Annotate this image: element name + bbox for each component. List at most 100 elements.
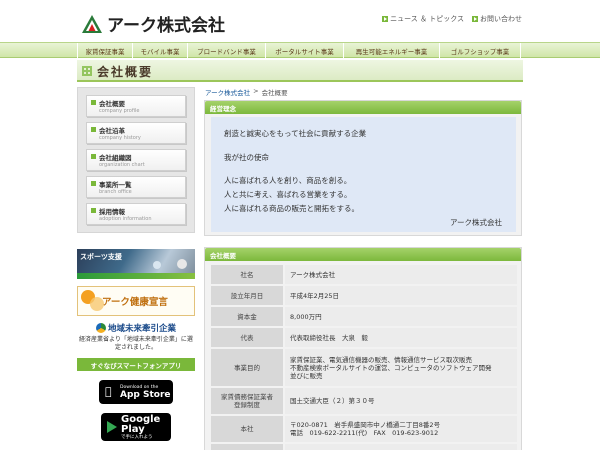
row-value: 国土交通大臣（２）第３０号: [285, 388, 517, 414]
table-row: 設立年月日 平成4年2月25日: [211, 286, 517, 305]
row-value: 8,000万円: [285, 307, 517, 326]
arrow-icon: [382, 16, 389, 22]
row-value-line: 並びに販売: [290, 371, 323, 380]
side-menu-company-profile[interactable]: 会社概要 company profile: [86, 95, 186, 117]
table-row: 代表 代表取締役社長 大泉 毅: [211, 328, 517, 347]
philosophy-line: 創造と誠実心をもって社会に貢献する企業: [224, 129, 367, 138]
breadcrumb: アーク株式会社 > 会社概要: [205, 87, 288, 97]
row-label: 家賃債務保証業者 登録制度: [211, 388, 283, 414]
philosophy-line: 人に喜ばれる商品の販売と開拓をする。: [224, 204, 359, 213]
breadcrumb-home[interactable]: アーク株式会社: [205, 87, 250, 97]
philosophy-heading: 経営理念: [205, 101, 521, 114]
company-logo[interactable]: アーク株式会社: [81, 11, 225, 36]
health-declaration-banner[interactable]: アーク健康宣言: [77, 286, 195, 316]
news-link-label: ニュース ＆ トピックス: [390, 15, 464, 23]
table-row: 本社 〒020-0871 岩手県盛岡市中ノ橋通二丁目8番2号 電話 019-62…: [211, 416, 517, 442]
bullet-icon: [91, 181, 96, 186]
row-value: 平成4年2月25日: [285, 286, 517, 305]
side-menu-sublabel: branch office: [99, 189, 132, 195]
google-play-small-label: で手に入れよう: [121, 434, 153, 440]
overview-section: 会社概要 社名 アーク株式会社 設立年月日 平成4年2月25日 資本金 8,00…: [204, 247, 522, 450]
nav-rent-guarantee[interactable]: 家賃保証事業: [77, 43, 133, 58]
bullet-icon: [91, 208, 96, 213]
contact-link[interactable]: お問い合わせ: [472, 14, 522, 24]
side-menu-sublabel: company profile: [99, 108, 140, 114]
philosophy-section: 経営理念 創造と誠実心をもって社会に貢献する企業 我が社の使命 人に喜ばれる人を…: [204, 100, 522, 236]
region-title: 地域未来牽引企業: [107, 324, 176, 334]
nav-renewable-energy[interactable]: 再生可能エネルギー事業: [344, 43, 440, 58]
breadcrumb-separator: >: [253, 87, 259, 95]
app-store-label: App Store: [120, 389, 171, 400]
philosophy-line: 我が社の使命: [224, 153, 269, 162]
table-row: [211, 444, 517, 450]
row-value: 〒020-0871 岩手県盛岡市中ノ橋通二丁目8番2号 電話 019-622-2…: [285, 416, 517, 442]
nav-broadband[interactable]: ブロードバンド事業: [188, 43, 266, 58]
row-label: 事業目的: [211, 349, 283, 386]
row-label: 本社: [211, 416, 283, 442]
side-menu-sublabel: organization chart: [99, 162, 145, 168]
row-label: 社名: [211, 265, 283, 284]
bullet-icon: [91, 154, 96, 159]
philosophy-line: 人と共に考え、喜ばれる営業をする。: [224, 190, 352, 199]
nav-mobile[interactable]: モバイル事業: [133, 43, 188, 58]
row-value: 代表取締役社長 大泉 毅: [285, 328, 517, 347]
regional-future-company-banner[interactable]: 地域未来牽引企業 経済産業省より「地域未来牽引企業」に選定されました。: [77, 322, 195, 352]
google-play-button[interactable]: Google Play で手に入れよう: [101, 413, 171, 441]
table-row: 家賃債務保証業者 登録制度 国土交通大臣（２）第３０号: [211, 388, 517, 414]
side-menu-label: 会社組織図: [99, 154, 132, 162]
side-menu-branch-office[interactable]: 事業所一覧 branch office: [86, 176, 186, 198]
side-menu-adoption-information[interactable]: 採用情報 adoption information: [86, 203, 186, 225]
philosophy-line: 人に喜ばれる人を創り、商品を創る。: [224, 176, 352, 185]
philosophy-body: 創造と誠実心をもって社会に貢献する企業 我が社の使命 人に喜ばれる人を創り、商品…: [211, 117, 516, 232]
table-row: 事業目的 家賃保証業、電気通信機器の販売、情報通信サービス取次販売 不動産検索ポ…: [211, 349, 517, 386]
news-link[interactable]: ニュース ＆ トピックス: [382, 14, 464, 24]
page-title-band: 会社概要: [77, 60, 523, 82]
table-row: 資本金 8,000万円: [211, 307, 517, 326]
health-banner-label: アーク健康宣言: [102, 297, 168, 308]
side-menu-label: 会社沿革: [99, 127, 125, 135]
row-value-line: 〒020-0871 岩手県盛岡市中ノ橋通二丁目8番2号: [290, 421, 441, 429]
ball-icon: [177, 259, 187, 269]
side-menu: 会社概要 company profile 会社沿革 company histor…: [77, 87, 195, 233]
apple-icon: : [105, 386, 116, 398]
row-value-line: 電話 019-622-2211(代) FAX 019-623-9012: [290, 429, 439, 437]
logo-mark-icon: [82, 14, 102, 33]
contact-link-label: お問い合わせ: [480, 15, 522, 23]
sports-banner-label: スポーツ支援: [80, 253, 122, 261]
grid-icon: [82, 66, 92, 76]
overview-table: 社名 アーク株式会社 設立年月日 平成4年2月25日 資本金 8,000万円 代…: [211, 265, 517, 450]
side-menu-organization-chart[interactable]: 会社組織図 organization chart: [86, 149, 186, 171]
arrow-icon: [472, 16, 478, 22]
row-value: 家賃保証業、電気通信機器の販売、情報通信サービス取次販売 不動産検索ポータルサイ…: [285, 349, 517, 386]
app-store-button[interactable]:  Download on the App Store: [99, 380, 173, 404]
bullet-icon: [91, 127, 96, 132]
page-title: 会社概要: [97, 65, 154, 79]
banner-strip: [77, 273, 195, 279]
google-play-icon: [107, 421, 117, 433]
nav-golf-shop[interactable]: ゴルフショップ事業: [440, 43, 521, 58]
row-value: [285, 444, 517, 450]
apps-heading: すぐなびスマートフォンアプリ: [77, 358, 195, 371]
global-nav: 家賃保証事業 モバイル事業 ブロードバンド事業 ポータルサイト事業 再生可能エネ…: [0, 42, 600, 58]
row-label: 代表: [211, 328, 283, 347]
side-menu-sublabel: company history: [99, 135, 141, 141]
nav-portal-site[interactable]: ポータルサイト事業: [266, 43, 344, 58]
bullet-icon: [91, 100, 96, 105]
overview-heading: 会社概要: [205, 248, 521, 261]
sports-support-banner[interactable]: スポーツ支援: [77, 249, 195, 279]
row-value-line: 家賃保証業、電気通信機器の販売、情報通信サービス取次販売: [290, 355, 472, 364]
row-value: アーク株式会社: [285, 265, 517, 284]
top-links: ニュース ＆ トピックス お問い合わせ: [382, 14, 522, 24]
philosophy-signature: アーク株式会社: [449, 218, 502, 227]
logo-text: アーク株式会社: [107, 16, 225, 36]
region-subtext: 経済産業省より「地域未来牽引企業」に選定されました。: [79, 336, 193, 351]
ball-icon: [153, 261, 161, 269]
sidebar: 会社概要 company profile 会社沿革 company histor…: [77, 87, 195, 441]
side-menu-sublabel: adoption information: [99, 216, 152, 222]
side-menu-label: 事業所一覧: [99, 181, 132, 189]
side-menu-company-history[interactable]: 会社沿革 company history: [86, 122, 186, 144]
table-row: 社名 アーク株式会社: [211, 265, 517, 284]
region-logo-icon: [95, 323, 106, 333]
side-menu-label: 採用情報: [99, 208, 125, 216]
google-play-label: Google Play: [121, 413, 161, 435]
